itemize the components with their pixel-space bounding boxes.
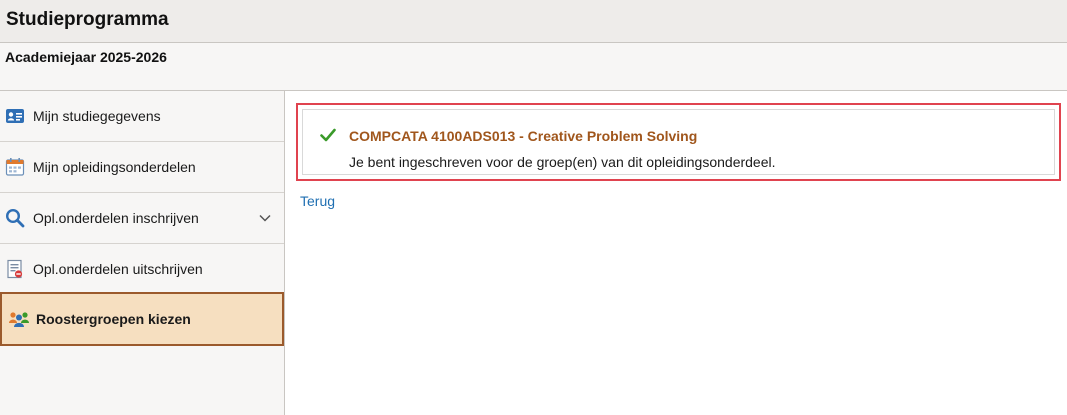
sidebar-item-opl-onderdelen-inschrijven[interactable]: Opl.onderdelen inschrijven <box>0 193 284 244</box>
sidebar-item-label: Mijn opleidingsonderdelen <box>33 159 196 175</box>
main-content: COMPCATA 4100ADS013 - Creative Problem S… <box>286 91 1067 415</box>
sidebar: Mijn studiegegevens Mijn opleidingsonder… <box>0 91 285 415</box>
document-remove-icon <box>7 259 23 279</box>
sidebar-item-roostergroepen-kiezen[interactable]: Roostergroepen kiezen <box>0 292 284 346</box>
title-bar: Studieprogramma <box>0 0 1067 43</box>
calendar-icon <box>5 158 25 176</box>
checkmark-icon <box>320 128 336 142</box>
academic-year-bar: Academiejaar 2025-2026 <box>0 43 1067 91</box>
back-link[interactable]: Terug <box>300 193 335 209</box>
sidebar-item-label: Roostergroepen kiezen <box>36 311 191 327</box>
sidebar-item-opl-onderdelen-uitschrijven[interactable]: Opl.onderdelen uitschrijven <box>0 244 284 295</box>
sidebar-item-mijn-studiegegevens[interactable]: Mijn studiegegevens <box>0 91 284 142</box>
confirmation-message: COMPCATA 4100ADS013 - Creative Problem S… <box>302 109 1055 175</box>
confirmation-message-highlight: COMPCATA 4100ADS013 - Creative Problem S… <box>296 103 1061 181</box>
page-title: Studieprogramma <box>6 9 169 30</box>
academic-year-label: Academiejaar 2025-2026 <box>5 49 167 65</box>
message-text: Je bent ingeschreven voor de groep(en) v… <box>349 154 776 170</box>
sidebar-item-label: Mijn studiegegevens <box>33 108 161 124</box>
sidebar-item-label: Opl.onderdelen inschrijven <box>33 210 199 226</box>
sidebar-item-label: Opl.onderdelen uitschrijven <box>33 261 203 277</box>
search-icon <box>5 208 25 228</box>
message-title: COMPCATA 4100ADS013 - Creative Problem S… <box>349 128 698 144</box>
people-icon <box>9 312 29 327</box>
sidebar-item-mijn-opleidingsonderdelen[interactable]: Mijn opleidingsonderdelen <box>0 142 284 193</box>
chevron-down-icon[interactable] <box>258 211 272 225</box>
id-card-icon <box>6 109 24 123</box>
